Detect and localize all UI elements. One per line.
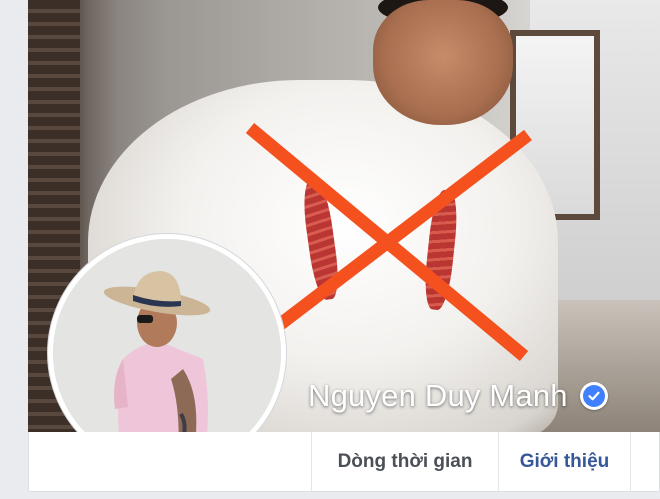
profile-name[interactable]: Nguyen Duy Manh — [308, 378, 568, 414]
tab-timeline[interactable]: Dòng thời gian — [311, 432, 498, 491]
tab-more[interactable] — [630, 432, 660, 491]
verified-badge-fill — [582, 385, 605, 407]
cover-subject-head — [373, 0, 513, 125]
tab-about[interactable]: Giới thiệu — [498, 432, 630, 491]
profile-tab-bar: Dòng thời gian Giới thiệu — [28, 432, 660, 492]
profile-header: Nguyen Duy Manh Dòng thời gian Giới thiệ… — [0, 0, 660, 499]
verified-check-icon[interactable] — [579, 382, 608, 410]
profile-name-row: Nguyen Duy Manh — [308, 376, 608, 416]
checkmark-icon — [588, 391, 600, 401]
